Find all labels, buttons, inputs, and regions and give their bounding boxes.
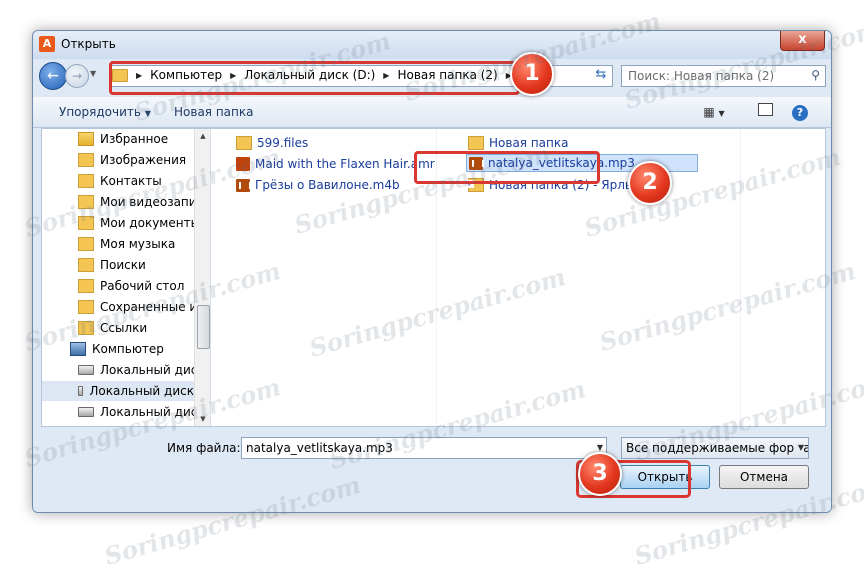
chevron-down-icon[interactable]: ▼	[597, 443, 603, 452]
address-highlight-frame	[109, 61, 520, 95]
open-file-dialog: A Открыть x ← → ▼ ▶ Компьютер ▶ Локальны…	[32, 30, 832, 513]
bottom-panel: Имя файла: natalya_vetlitskaya.mp3 ▼ Все…	[33, 427, 831, 512]
amr-file-icon	[236, 157, 250, 171]
folder-icon	[78, 321, 94, 335]
favorites-icon	[78, 132, 94, 146]
dialog-title: Открыть	[61, 37, 116, 51]
nav-item-saved-games[interactable]: Сохраненные игр	[78, 297, 210, 317]
nav-item-computer[interactable]: Компьютер	[70, 339, 164, 359]
filename-label: Имя файла:	[167, 441, 241, 455]
nav-item-searches[interactable]: Поиски	[78, 255, 146, 275]
close-button[interactable]: x	[780, 31, 825, 51]
file-name: Новая папка	[489, 136, 569, 150]
nav-item-label: Контакты	[100, 174, 162, 188]
file-highlight-frame	[414, 151, 600, 184]
nav-item-label: Локальный диск	[100, 363, 205, 377]
audio-file-icon	[236, 178, 251, 192]
cancel-button[interactable]: Отмена	[719, 465, 809, 489]
nav-item-label: Избранное	[100, 132, 169, 146]
file-name: 599.files	[257, 136, 309, 150]
folder-icon	[78, 300, 94, 314]
nav-item-label: Компьютер	[92, 342, 164, 356]
help-button[interactable]: ?	[791, 102, 809, 122]
navigation-pane: Избранное Изображения Контакты Мои видео…	[42, 129, 211, 426]
folder-icon	[78, 153, 94, 167]
drive-icon	[78, 386, 84, 396]
refresh-button[interactable]: ⇆	[590, 65, 612, 85]
file-item[interactable]: Новая папка	[468, 134, 568, 152]
nav-item-desktop[interactable]: Рабочий стол	[78, 276, 184, 296]
nav-item-videos[interactable]: Мои видеозаписи	[78, 192, 210, 212]
file-type-select[interactable]: Все поддерживаемые формат ▼	[621, 437, 809, 459]
step-badge-1: 1	[510, 52, 554, 96]
file-name: Maid with the Flaxen Hair.amr	[255, 157, 435, 171]
nav-item-label: Локальный диск	[89, 384, 194, 398]
nav-item-contacts[interactable]: Контакты	[78, 171, 162, 191]
folder-icon	[468, 136, 484, 150]
file-type-value: Все поддерживаемые формат	[626, 441, 809, 455]
folder-icon	[78, 258, 94, 272]
nav-item-images[interactable]: Изображения	[78, 150, 186, 170]
file-name: Грёзы о Вавилоне.m4b	[255, 178, 400, 192]
nav-item-documents[interactable]: Мои документы	[78, 213, 200, 233]
forward-button[interactable]: →	[65, 64, 89, 88]
filename-value: natalya_vetlitskaya.mp3	[246, 441, 393, 455]
drive-icon	[78, 365, 94, 375]
nav-item-label: Рабочий стол	[100, 279, 185, 293]
nav-item-label: Ссылки	[100, 321, 148, 335]
nav-item-local-disk[interactable]: Локальный диск	[78, 360, 205, 380]
step-badge-3: 3	[578, 452, 622, 496]
folder-icon	[78, 237, 94, 251]
scroll-thumb[interactable]	[197, 305, 210, 349]
nav-item-label: Мои документы	[100, 216, 201, 230]
filename-input[interactable]: natalya_vetlitskaya.mp3 ▼	[241, 437, 607, 459]
navigation-row: ← → ▼ ▶ Компьютер ▶ Локальный диск (D:) …	[33, 59, 831, 95]
organize-label: Упорядочить	[59, 105, 141, 119]
nav-item-label: Моя музыка	[100, 237, 176, 251]
nav-item-links[interactable]: Ссылки	[78, 318, 147, 338]
search-placeholder: Поиск: Новая папка (2)	[628, 69, 775, 83]
scroll-up-icon[interactable]: ▲	[195, 129, 210, 143]
nav-item-favorites[interactable]: Избранное	[78, 129, 168, 149]
folder-icon	[78, 174, 94, 188]
nav-item-label: Локальный диск	[100, 405, 205, 419]
column-divider	[740, 129, 741, 426]
title-bar: A Открыть x	[33, 31, 831, 59]
nav-item-local-disk-selected[interactable]: Локальный диск	[42, 381, 194, 401]
preview-pane-icon	[757, 103, 773, 116]
drive-icon	[78, 407, 94, 417]
folder-icon	[236, 136, 252, 150]
nav-item-music[interactable]: Моя музыка	[78, 234, 175, 254]
nav-item-local-disk[interactable]: Локальный диск	[78, 402, 205, 422]
computer-icon	[70, 342, 86, 356]
new-folder-button[interactable]: Новая папка	[174, 105, 253, 119]
nav-item-label: Поиски	[100, 258, 146, 272]
file-item[interactable]: Грёзы о Вавилоне.m4b	[236, 176, 400, 194]
file-item[interactable]: 599.files	[236, 134, 308, 152]
organize-button[interactable]: Упорядочить ▼	[59, 105, 151, 119]
help-icon: ?	[792, 105, 808, 121]
folder-icon	[78, 195, 94, 209]
view-icon: ▦	[703, 105, 715, 119]
chevron-down-icon: ▼	[718, 109, 725, 118]
preview-pane-button[interactable]	[755, 102, 775, 122]
command-toolbar: Упорядочить ▼ Новая папка ▦ ▼ ?	[33, 97, 831, 128]
chevron-down-icon: ▼	[144, 109, 151, 118]
step-badge-2: 2	[628, 161, 672, 205]
search-icon[interactable]: ⚲	[811, 68, 820, 82]
change-view-button[interactable]: ▦ ▼	[697, 102, 731, 122]
chevron-down-icon: ▼	[794, 443, 804, 452]
folder-icon	[78, 279, 94, 293]
back-button[interactable]: ←	[39, 62, 67, 90]
recent-locations-dropdown-icon[interactable]: ▼	[90, 69, 96, 78]
scroll-down-icon[interactable]: ▼	[195, 412, 210, 426]
nav-item-label: Изображения	[100, 153, 187, 167]
folder-icon	[78, 216, 94, 230]
file-item[interactable]: Maid with the Flaxen Hair.amr	[236, 155, 435, 173]
nav-scrollbar[interactable]: ▲ ▼	[194, 129, 210, 426]
app-logo-icon: A	[39, 36, 55, 52]
search-input[interactable]: Поиск: Новая папка (2) ⚲	[621, 65, 826, 87]
